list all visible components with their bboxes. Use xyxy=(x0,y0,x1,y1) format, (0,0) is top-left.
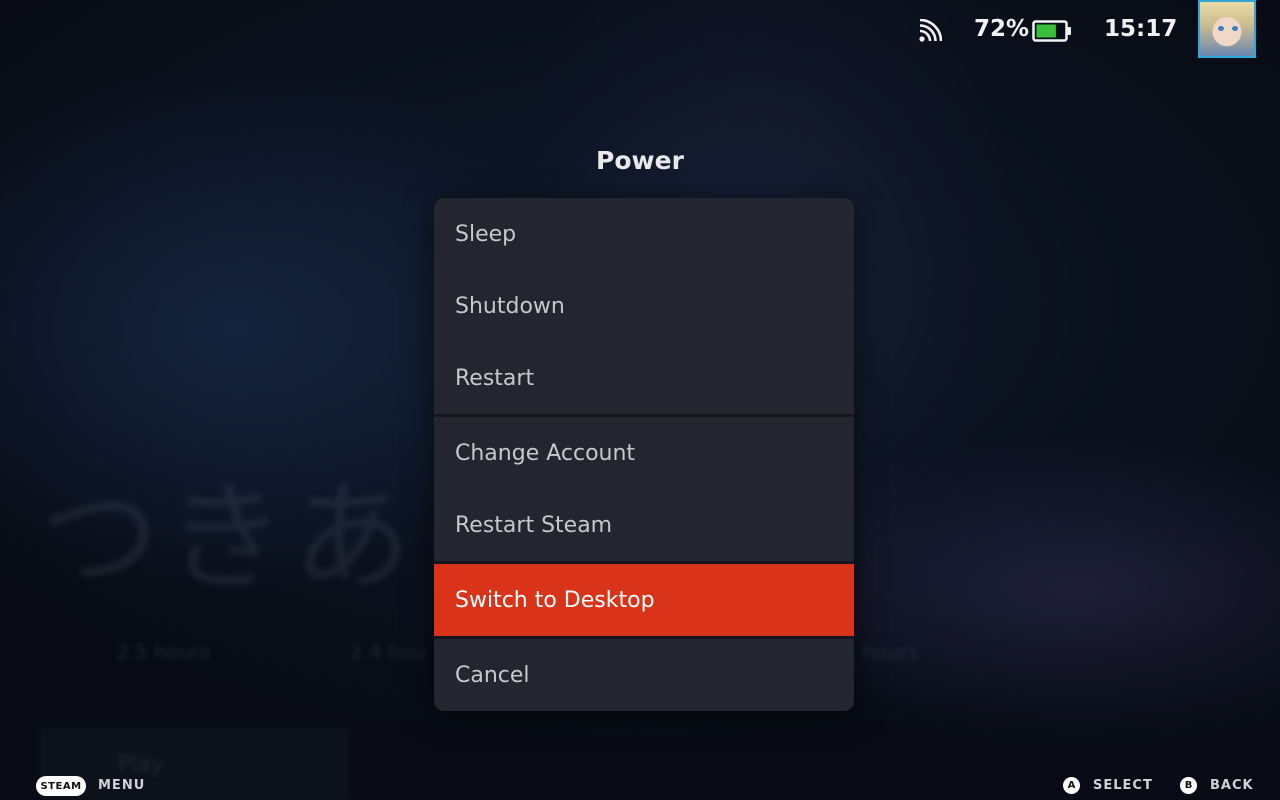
user-avatar[interactable] xyxy=(1198,0,1256,58)
steam-button-glyph[interactable]: STEAM xyxy=(36,776,86,796)
menu-item-shutdown[interactable]: Shutdown xyxy=(434,270,854,342)
dialog-title: Power xyxy=(596,146,684,175)
clock: 15:17 xyxy=(1104,16,1178,42)
select-hint-label: SELECT xyxy=(1093,778,1153,793)
battery-percentage: 72% xyxy=(974,16,1030,42)
menu-item-restart-steam[interactable]: Restart Steam xyxy=(434,489,854,561)
menu-item-restart[interactable]: Restart xyxy=(434,342,854,414)
battery-icon xyxy=(1032,20,1071,42)
b-button-glyph[interactable]: B xyxy=(1180,777,1197,794)
footer-hints: STEAM MENU A SELECT B BACK xyxy=(0,770,1280,800)
menu-item-sleep[interactable]: Sleep xyxy=(434,198,854,270)
wifi-icon xyxy=(919,19,942,42)
menu-hint-label: MENU xyxy=(98,778,146,793)
menu-item-switch-to-desktop[interactable]: Switch to Desktop xyxy=(434,564,854,636)
a-button-glyph[interactable]: A xyxy=(1063,777,1080,794)
back-hint-label: BACK xyxy=(1210,778,1254,793)
menu-item-cancel[interactable]: Cancel xyxy=(434,639,854,711)
menu-item-change-account[interactable]: Change Account xyxy=(434,417,854,489)
power-menu: Sleep Shutdown Restart Change Account Re… xyxy=(434,198,854,711)
